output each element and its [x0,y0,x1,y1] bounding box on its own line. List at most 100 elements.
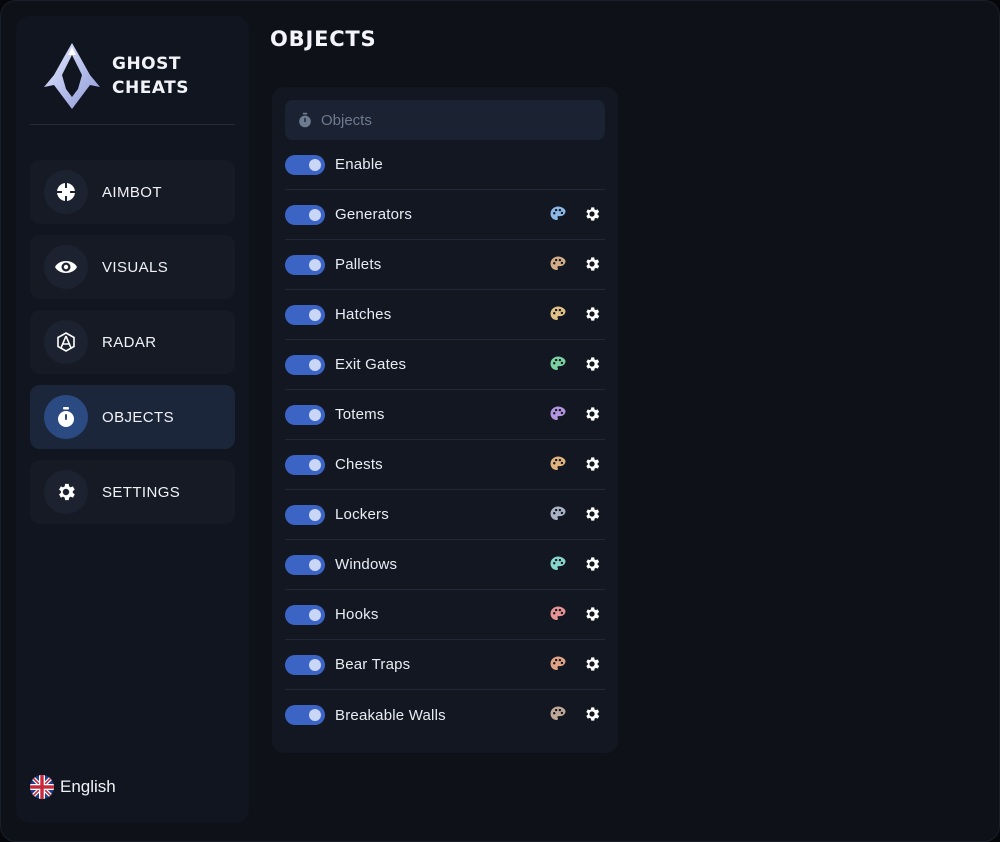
palette-icon[interactable] [549,355,567,373]
exit-gates-toggle[interactable] [285,354,325,375]
gear-icon[interactable] [583,705,601,723]
object-row-label: Totems [335,406,385,423]
generators-toggle[interactable] [285,204,325,225]
object-row-label: Lockers [335,506,389,523]
object-row-lockers: Lockers [285,490,605,540]
app-window: GHOST CHEATS AIMBOT VISUALS RADAR OBJECT… [0,0,1000,842]
toggle-knob [309,658,321,671]
sidebar-item-aimbot[interactable]: AIMBOT [30,160,235,224]
object-row-label: Breakable Walls [335,706,446,724]
object-row-bear-traps: Bear Traps [285,640,605,690]
toggle-knob [309,258,321,271]
pallets-toggle[interactable] [285,254,325,275]
enable-toggle[interactable] [285,154,325,175]
chests-toggle[interactable] [285,454,325,475]
toggle-knob [309,408,321,421]
gear-icon[interactable] [583,255,601,273]
sidebar-item-objects[interactable]: OBJECTS [30,385,235,449]
hatches-toggle[interactable] [285,304,325,325]
object-row-label: Enable [335,156,383,173]
object-row-actions [549,355,601,373]
palette-icon[interactable] [549,555,567,573]
panel-header-label: Objects [321,111,372,129]
palette-icon[interactable] [549,655,567,673]
object-row-actions [549,255,601,273]
object-row-hooks: Hooks [285,590,605,640]
toggle-knob [309,508,321,521]
toggle-knob [309,558,321,571]
palette-icon[interactable] [549,205,567,223]
breakable-walls-toggle[interactable] [285,705,325,725]
brand-name: GHOST CHEATS [112,52,189,100]
brand-logo: GHOST CHEATS [42,34,232,118]
gear-icon[interactable] [583,655,601,673]
object-row-label: Windows [335,556,398,573]
palette-icon[interactable] [549,505,567,523]
panel-header: Objects [285,100,605,140]
hooks-toggle[interactable] [285,604,325,625]
eye-icon [44,245,88,289]
toggle-knob [309,709,321,721]
toggle-knob [309,308,321,321]
radar-icon [44,320,88,364]
stopwatch-icon [299,112,311,128]
object-row-label: Pallets [335,256,382,273]
toggle-knob [309,208,321,221]
sidebar-item-radar[interactable]: RADAR [30,310,235,374]
object-row-exit-gates: Exit Gates [285,340,605,390]
object-row-actions [549,655,601,673]
palette-icon[interactable] [549,455,567,473]
sidebar-nav: AIMBOT VISUALS RADAR OBJECTS SETTINGS [30,160,235,535]
object-row-label: Hatches [335,306,392,323]
gear-icon[interactable] [583,405,601,423]
sidebar-item-settings[interactable]: SETTINGS [30,460,235,524]
toggle-knob [309,158,321,171]
object-row-label: Generators [335,206,413,223]
windows-toggle[interactable] [285,554,325,575]
object-row-actions [549,555,601,573]
object-row-actions [549,705,601,723]
gear-icon[interactable] [583,205,601,223]
crosshair-icon [44,170,88,214]
object-row-generators: Generators [285,190,605,240]
object-row-enable: Enable [285,140,605,190]
object-row-label: Bear Traps [335,656,411,673]
lockers-toggle[interactable] [285,504,325,525]
gear-icon[interactable] [583,305,601,323]
gear-icon[interactable] [583,355,601,373]
sidebar-divider [30,124,235,125]
totems-toggle[interactable] [285,404,325,425]
objects-panel: Objects Enable Generators Pallets Hatches Ex… [272,87,618,753]
sidebar-item-label: VISUALS [102,258,169,276]
objects-list: Enable Generators Pallets Hatches Exit Gates… [285,140,605,740]
bear-traps-toggle[interactable] [285,654,325,675]
object-row-label: Chests [335,456,383,473]
palette-icon[interactable] [549,255,567,273]
object-row-chests: Chests [285,440,605,490]
gear-icon[interactable] [583,605,601,623]
gear-icon[interactable] [583,505,601,523]
sidebar-item-label: SETTINGS [102,483,181,501]
gear-icon[interactable] [583,455,601,473]
gear-icon[interactable] [583,555,601,573]
palette-icon[interactable] [549,405,567,423]
palette-icon[interactable] [549,305,567,323]
object-row-actions [549,205,601,223]
object-row-totems: Totems [285,390,605,440]
object-row-actions [549,505,601,523]
sidebar-item-visuals[interactable]: VISUALS [30,235,235,299]
palette-icon[interactable] [549,605,567,623]
palette-icon[interactable] [549,705,567,723]
page-title: OBJECTS [270,27,377,51]
object-row-hatches: Hatches [285,290,605,340]
brand-line-1: GHOST [112,54,181,74]
toggle-knob [309,358,321,371]
uk-flag-icon [30,775,54,799]
object-row-actions [549,455,601,473]
language-selector[interactable]: English [30,775,116,799]
object-row-label: Hooks [335,606,379,623]
object-row-actions [549,605,601,623]
sidebar-item-label: RADAR [102,333,157,351]
object-row-windows: Windows [285,540,605,590]
object-row-label: Exit Gates [335,356,407,373]
